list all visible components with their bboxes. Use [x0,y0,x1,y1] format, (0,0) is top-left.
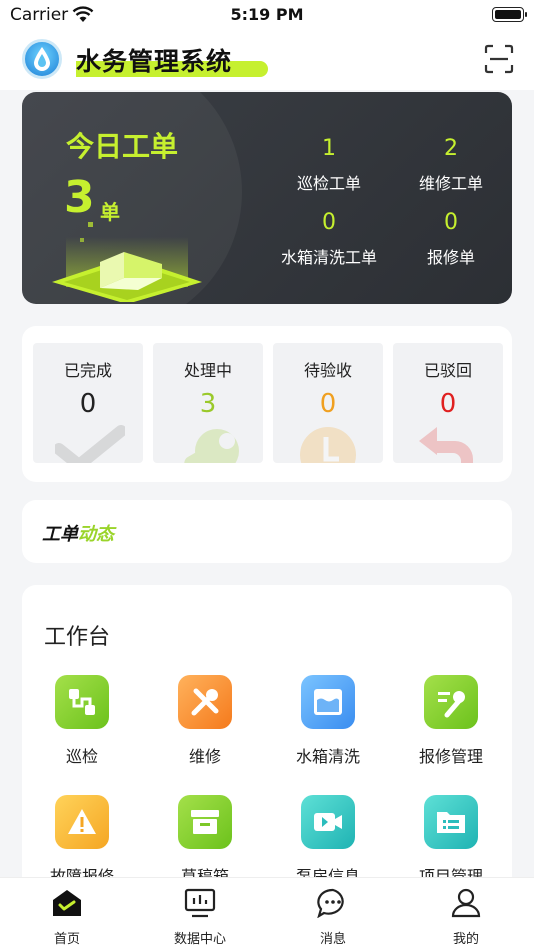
app-label: 维修 [188,747,221,766]
clock: 5:19 PM [230,5,304,24]
status-summary-card: 已完成 0 处理中 3 待验收 0 已驳回 0 [22,326,512,482]
undo-arrow-icon [419,427,473,463]
today-orders-card[interactable]: 今日工单 3 单 1 巡检工单 2 维修工单 0 水箱清洗工单 0 报修单 [22,92,512,304]
tile-label: 待验收 [303,361,352,380]
folder-icon [424,795,478,849]
video-icon [301,795,355,849]
app-header: 水务管理系统 [0,30,534,90]
tile-value: 0 [319,389,337,419]
app-tank-cleaning[interactable]: 水箱清洗 [268,675,388,767]
workbench-title: 工作台 [44,625,111,650]
tab-messages[interactable]: 消息 [278,888,388,947]
tab-label: 消息 [319,932,346,947]
status-bar: Carrier 5:19 PM [0,0,534,30]
dynamics-title: 工单动态 [42,520,114,546]
tile-label: 处理中 [183,361,232,380]
wrench-icon [184,429,239,463]
app-repair-management[interactable]: 报修管理 [391,675,511,767]
dynamics-title-part1: 工单 [42,524,78,545]
app-label: 水箱清洗 [295,747,360,766]
monitor-chart-icon [184,888,216,918]
stat-patrol-orders[interactable]: 1 巡检工单 [264,136,394,194]
work-order-dynamics-card[interactable]: 工单动态 [22,500,512,563]
tile-value: 0 [439,389,457,419]
battery-icon [492,7,527,22]
checkmark-icon [55,425,125,463]
tab-data-center[interactable]: 数据中心 [145,888,255,947]
tile-processing[interactable]: 处理中 3 [153,343,263,463]
tile-label: 已驳回 [423,361,472,380]
tab-home[interactable]: 首页 [12,888,122,947]
tile-value: 0 [79,389,97,419]
stat-report-orders[interactable]: 0 报修单 [386,210,512,268]
stat-value: 1 [322,136,336,161]
app-label: 报修管理 [418,747,483,766]
app-repair[interactable]: 维修 [145,675,265,767]
today-orders-title: 今日工单 [66,130,179,163]
stat-label: 巡检工单 [296,174,361,193]
stat-value: 0 [322,210,336,235]
user-icon [451,888,481,918]
tile-value: 3 [199,389,217,419]
stat-label: 报修单 [426,248,475,267]
tab-profile[interactable]: 我的 [411,888,521,947]
stat-label: 维修工单 [418,174,483,193]
app-title: 水务管理系统 [76,47,233,76]
scan-icon[interactable] [484,44,514,74]
warning-icon [55,795,109,849]
app-patrol[interactable]: 巡检 [22,675,142,767]
stat-tank-cleaning-orders[interactable]: 0 水箱清洗工单 [264,210,394,268]
clock-icon [300,427,356,463]
app-project-management[interactable]: 项目管理 [391,795,511,887]
dynamics-title-part2: 动态 [78,524,114,545]
stat-label: 水箱清洗工单 [280,248,377,267]
app-logo [22,39,62,79]
tab-label: 数据中心 [173,932,226,947]
app-fault-report[interactable]: 故障报修 [22,795,142,887]
workbench-card: 工作台 巡检 维修 水箱清洗 报修管理 故障报修 草稿箱 [22,585,512,915]
stat-repair-orders[interactable]: 2 维修工单 [386,136,512,194]
water-tank-icon [301,675,355,729]
app-drafts[interactable]: 草稿箱 [145,795,265,887]
podium-illustration [52,214,202,302]
stat-value: 0 [444,210,458,235]
tile-pending-acceptance[interactable]: 待验收 0 [273,343,383,463]
stat-value: 2 [444,136,458,161]
archive-box-icon [178,795,232,849]
tab-label: 我的 [452,932,479,947]
tile-rejected[interactable]: 已驳回 0 [393,343,503,463]
tile-completed[interactable]: 已完成 0 [33,343,143,463]
bottom-tab-bar: 首页 数据中心 消息 我的 [0,877,534,950]
tile-label: 已完成 [63,361,112,380]
wrench-doc-icon [424,675,478,729]
tools-icon [178,675,232,729]
app-pump-room-info[interactable]: 泵房信息 [268,795,388,887]
home-icon [53,890,81,916]
route-icon [55,675,109,729]
app-label: 巡检 [65,747,98,766]
message-icon [317,888,344,919]
tab-label: 首页 [53,932,80,947]
